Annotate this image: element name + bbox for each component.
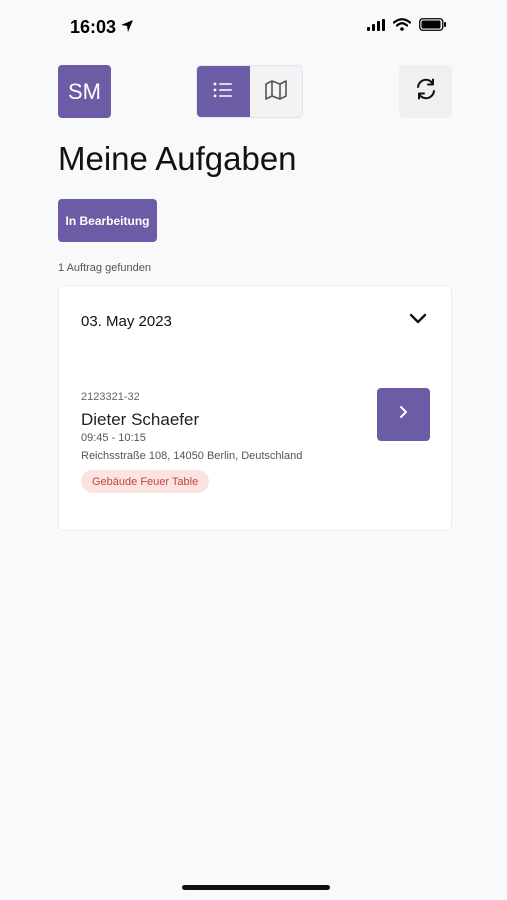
filter-in-progress-button[interactable]: In Bearbeitung [58,199,157,242]
map-icon [264,80,287,105]
status-icons [367,18,447,36]
date-group-card: 03. May 2023 2123321-32 Dieter Schaefer … [58,285,452,531]
customer-name: Dieter Schaefer [81,410,200,429]
refresh-button[interactable] [399,65,452,118]
chevron-down-icon [409,312,427,329]
status-time: 16:03 [70,17,117,37]
category-tag-label: Gebäude Feuer Table [92,475,199,488]
refresh-icon [414,77,438,106]
avatar[interactable]: SM [58,65,111,118]
category-tag: Gebäude Feuer Table [81,470,210,493]
status-bar: 16:03 [0,0,507,56]
collapse-toggle[interactable] [409,312,427,330]
view-toggle [196,65,303,118]
time-slot: 09:45 - 10:15 [81,432,146,444]
wifi-icon [392,18,412,36]
list-view-button[interactable] [197,66,250,117]
location-arrow-icon [120,17,134,38]
open-task-button[interactable] [377,388,430,441]
result-count: 1 Auftrag gefunden [58,262,151,274]
group-date: 03. May 2023 [81,313,172,330]
status-time-group: 16:03 [70,17,134,38]
filter-label: In Bearbeitung [65,213,150,228]
page-title: Meine Aufgaben [58,140,297,177]
chevron-right-icon [399,405,409,424]
battery-icon [419,18,447,36]
list-icon [213,82,233,103]
app-screen: 16:03 SM Meine Aufgaben In Bearbeitung 1… [0,0,507,900]
address: Reichsstraße 108, 14050 Berlin, Deutschl… [81,450,303,462]
signal-icon [367,18,385,36]
map-view-button[interactable] [250,66,303,117]
order-number: 2123321-32 [81,391,140,403]
home-indicator[interactable] [182,885,330,890]
avatar-initials: SM [68,78,101,104]
